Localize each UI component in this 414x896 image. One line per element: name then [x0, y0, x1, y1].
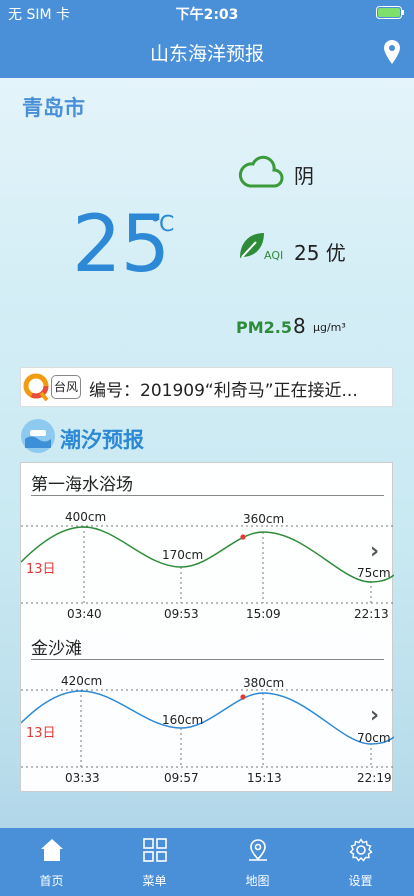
aqi-value: 25 优 [294, 241, 346, 265]
high-tide-label: 420cm [61, 674, 103, 688]
tab-label: 设置 [348, 874, 373, 888]
temperature-unit: ℃ [150, 212, 175, 237]
cloud-icon [238, 150, 284, 194]
tide-time: 03:40 [67, 607, 102, 621]
low-tide-label: 160cm [162, 713, 204, 727]
tide-card: 第一海水浴场 400cm 170cm 360cm 75cm 13日 › 03:4… [20, 462, 394, 792]
leaf-icon [238, 230, 266, 264]
divider [31, 495, 384, 496]
location-pin-icon[interactable] [384, 40, 400, 68]
tab-label: 地图 [245, 874, 270, 888]
high-tide-label: 400cm [65, 510, 107, 524]
news-ticker[interactable]: 台风 编号：201909“利奇马”正在接近... [20, 367, 393, 407]
status-time: 下午2:03 [175, 7, 239, 23]
chevron-right-icon[interactable]: › [370, 703, 379, 728]
map-pin-icon [249, 839, 267, 861]
tide-time: 22:19 [357, 771, 392, 785]
pm25-value: 8 [293, 314, 306, 338]
day-label: 13日 [26, 562, 56, 577]
day-label: 13日 [26, 726, 56, 741]
pm25-label: PM2.5 [236, 318, 292, 337]
city-name: 青岛市 [22, 96, 85, 120]
grid-menu-icon [143, 838, 167, 862]
chevron-right-icon[interactable]: › [370, 539, 379, 564]
tab-home[interactable]: 首页 [0, 828, 103, 896]
tide-icon [20, 418, 56, 458]
nav-bar: 山东海洋预报 [0, 26, 414, 78]
tab-bar: 首页 菜单 地图 设置 [0, 828, 414, 896]
station-name: 第一海水浴场 [31, 475, 133, 495]
status-bar: 无 SIM 卡 下午2:03 [0, 0, 414, 26]
low-tide-label: 70cm [357, 731, 391, 745]
weather-condition: 阴 [294, 164, 314, 188]
divider [31, 659, 384, 660]
aqi-label: AQI [264, 249, 284, 262]
tab-map[interactable]: 地图 [206, 828, 309, 896]
high-tide-label: 360cm [243, 512, 285, 526]
tide-time: 22:13 [354, 607, 389, 621]
station-name: 金沙滩 [31, 639, 82, 659]
news-text[interactable]: 编号：201909“利奇马”正在接近... [89, 376, 358, 401]
tab-label: 首页 [39, 874, 64, 888]
tide-time: 09:53 [164, 607, 199, 621]
news-logo-icon [23, 373, 49, 405]
tide-time: 15:09 [246, 607, 281, 621]
tab-menu[interactable]: 菜单 [103, 828, 206, 896]
tab-settings[interactable]: 设置 [309, 828, 412, 896]
gear-icon [349, 838, 373, 862]
tide-time: 15:13 [247, 771, 282, 785]
tide-section-title: 潮汐预报 [60, 428, 144, 452]
battery-icon [376, 6, 406, 23]
tide-time: 03:33 [65, 771, 100, 785]
pm25-unit: μg/m³ [313, 321, 346, 334]
low-tide-label: 170cm [162, 548, 204, 562]
low-tide-label: 75cm [357, 566, 391, 580]
news-tag: 台风 [51, 375, 81, 399]
home-icon [41, 839, 63, 861]
high-tide-label: 380cm [243, 676, 285, 690]
tab-label: 菜单 [142, 874, 167, 888]
tide-time: 09:57 [164, 771, 199, 785]
app-title: 山东海洋预报 [149, 43, 264, 65]
